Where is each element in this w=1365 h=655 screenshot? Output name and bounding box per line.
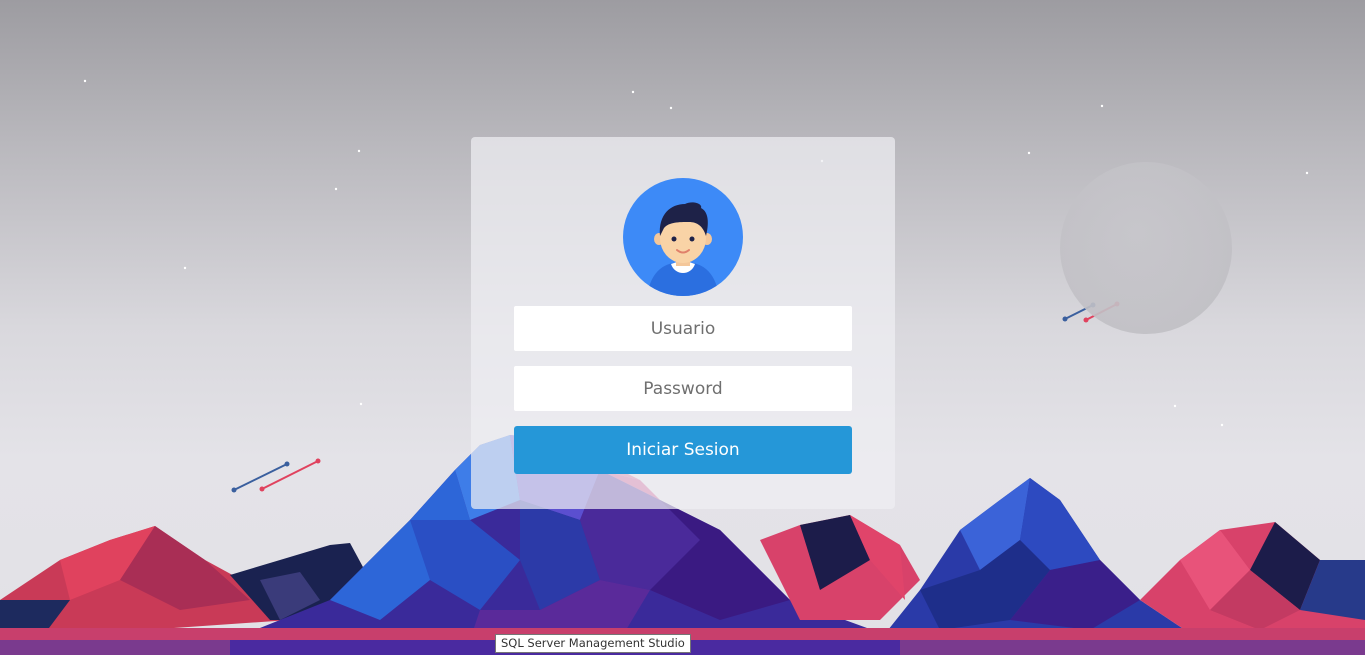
username-input[interactable] bbox=[514, 306, 852, 351]
password-input[interactable] bbox=[514, 366, 852, 411]
taskbar-tooltip: SQL Server Management Studio bbox=[495, 634, 691, 653]
shooting-star-icon bbox=[231, 458, 321, 493]
login-button[interactable]: Iniciar Sesion bbox=[514, 426, 852, 474]
user-avatar-icon bbox=[623, 178, 743, 296]
moon-icon bbox=[1060, 162, 1232, 334]
login-card: Iniciar Sesion bbox=[471, 137, 895, 509]
